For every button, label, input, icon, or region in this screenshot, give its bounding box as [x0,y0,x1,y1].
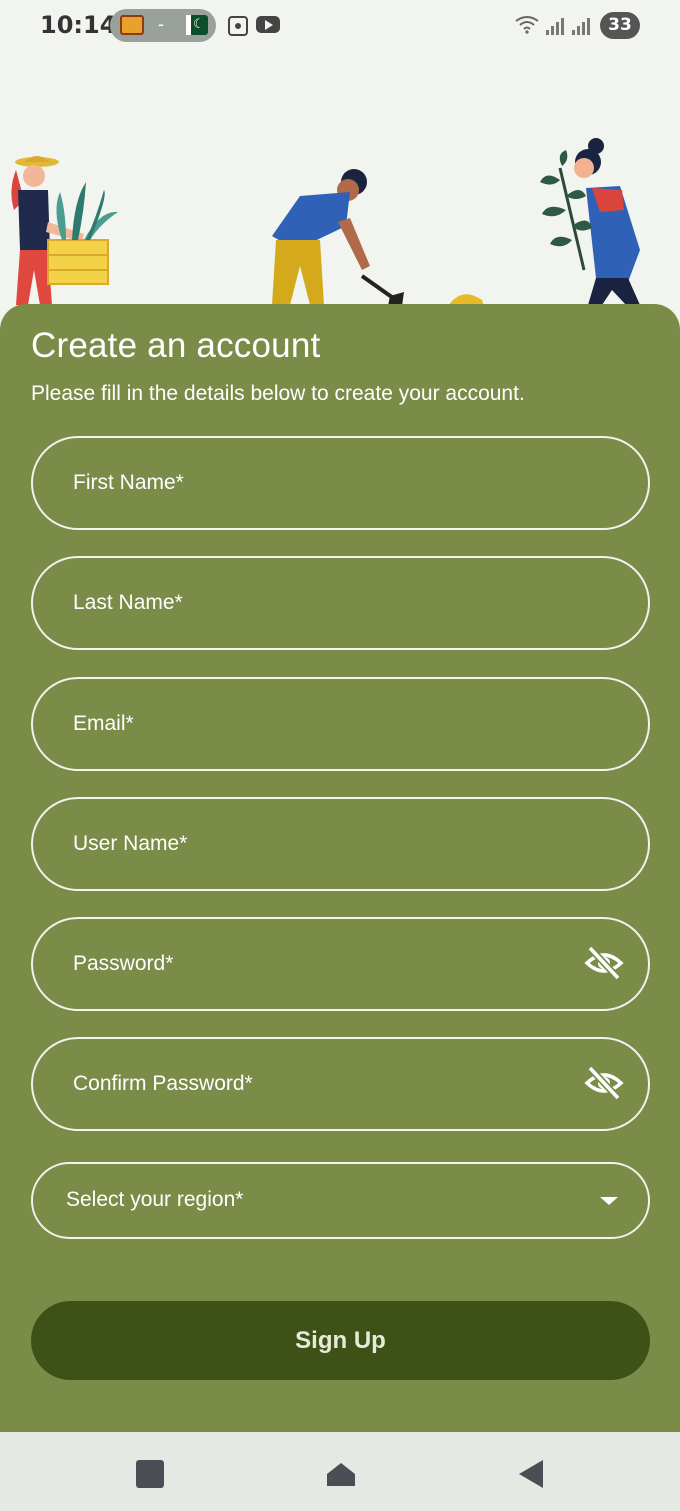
password-input[interactable] [73,919,593,1009]
confirm-password-input[interactable] [73,1039,593,1129]
eye-off-icon[interactable] [584,1065,624,1101]
caret-down-icon[interactable] [600,1197,618,1205]
notification-pill[interactable]: - [110,9,216,42]
first-name-input[interactable] [73,438,593,528]
sri-lanka-flag-icon [120,15,144,35]
youtube-icon [256,16,280,33]
email-field[interactable] [31,677,650,771]
user-name-input[interactable] [73,799,593,889]
signal-icon [546,15,566,35]
system-nav-bar [0,1432,680,1511]
home-icon[interactable] [326,1459,356,1489]
user-name-field[interactable] [31,797,650,891]
first-name-field[interactable] [31,436,650,530]
page-subtitle: Please fill in the details below to crea… [31,382,525,405]
status-bar: 10:14 - 33 [0,0,680,52]
region-select-label: Select your region* [66,1188,244,1211]
last-name-input[interactable] [73,558,593,648]
last-name-field[interactable] [31,556,650,650]
email-input[interactable] [73,679,593,769]
recents-square-icon[interactable] [136,1460,164,1488]
woman-with-branch-illustration [540,138,640,305]
signal-icon-2 [572,15,592,35]
signup-panel: Create an account Please fill in the det… [0,304,680,1432]
back-triangle-icon[interactable] [516,1458,546,1490]
woman-with-crate-illustration [11,156,118,305]
gardeners-illustration [11,138,640,306]
confirm-password-field[interactable] [31,1037,650,1131]
page-title: Create an account [31,326,321,365]
region-select[interactable]: Select your region* [31,1162,650,1239]
status-time: 10:14 [40,11,117,39]
eye-off-icon[interactable] [584,945,624,981]
man-with-shovel-illustration [272,169,484,306]
sign-up-button[interactable]: Sign Up [31,1301,650,1380]
wifi-icon [514,14,540,39]
pill-separator: - [158,14,164,34]
screenshot-icon [228,16,248,36]
battery-indicator: 33 [600,12,640,39]
pakistan-flag-icon [186,15,208,35]
password-field[interactable] [31,917,650,1011]
